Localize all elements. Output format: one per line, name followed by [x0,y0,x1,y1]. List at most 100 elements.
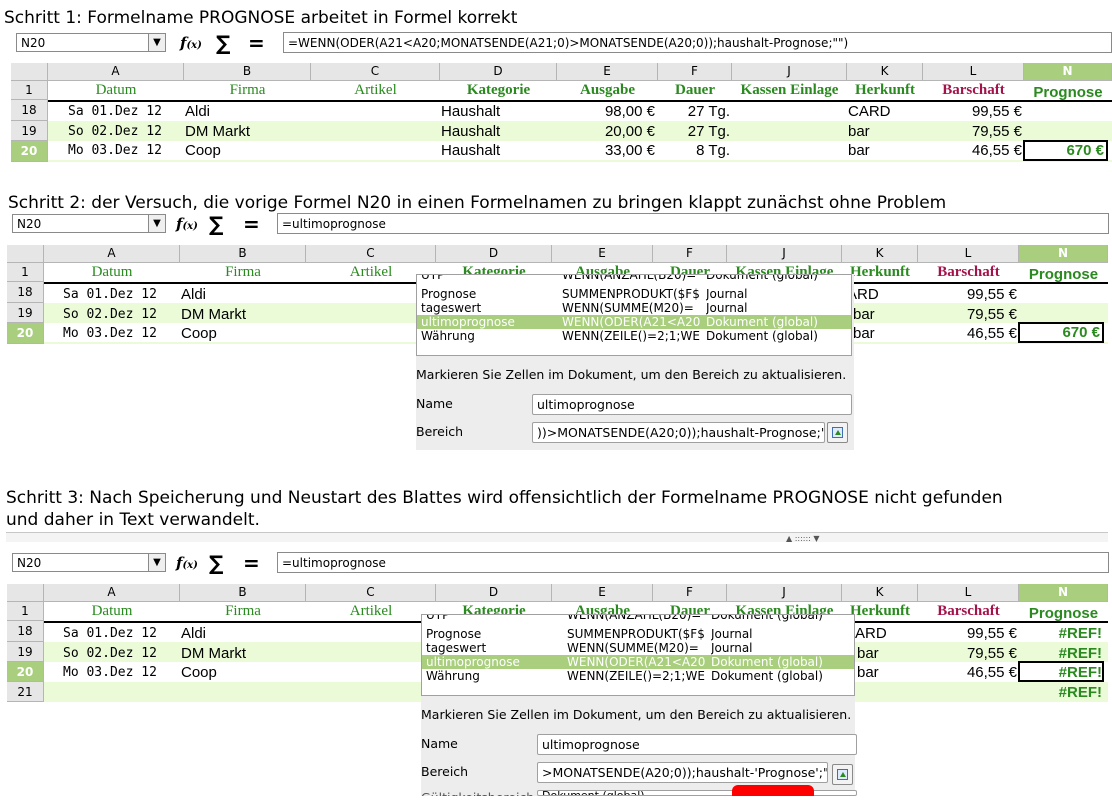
formula-input[interactable]: =ultimoprognose [277,213,1109,234]
col-header-a[interactable]: A [44,245,180,263]
shrink-range-icon[interactable] [832,764,853,785]
cell-b18[interactable]: Aldi [185,103,210,120]
list-item[interactable]: tageswert WENN(SUMME(M20)= Journal [422,641,854,655]
equals-icon[interactable]: = [243,212,260,236]
list-item[interactable]: UTP WENN(ANZAHL(B20)= Dokument (global) [422,615,854,622]
row-header-1[interactable]: 1 [11,81,48,100]
col-header-j[interactable]: J [727,584,842,602]
function-wizard-icon[interactable]: f(x) [176,554,198,572]
cell-l19[interactable]: 79,55 € [923,123,1022,140]
col-header-d[interactable]: D [436,245,552,263]
cell-l20[interactable]: 46,55 € [918,325,1017,342]
col-header-l[interactable]: L [918,245,1019,263]
row-header-18[interactable]: 18 [11,100,48,121]
list-item[interactable]: Prognose SUMMENPRODUKT($F$ Journal [422,627,854,641]
col-header-a[interactable]: A [44,584,180,602]
cell-b19[interactable]: DM Markt [181,645,246,662]
col-header-b[interactable]: B [184,63,311,81]
col-header-e[interactable]: E [552,584,653,602]
cell-b20[interactable]: Coop [185,142,221,159]
col-header-f[interactable]: F [658,63,732,81]
drag-handle-icon[interactable]: ▲ :::::: ▼ [786,534,820,543]
cell-e19[interactable]: 20,00 € [557,123,655,140]
cell-k18[interactable]: CARD [848,103,891,120]
cell-l18[interactable]: 99,55 € [923,103,1022,120]
cell-b19[interactable]: DM Markt [185,123,250,140]
cell-b20[interactable]: Coop [181,325,217,342]
dropdown-arrow-icon[interactable]: ▼ [148,553,166,572]
col-header-e[interactable]: E [557,63,658,81]
cell-f20[interactable]: 8 Tg. [658,142,730,159]
col-header-k[interactable]: K [842,245,918,263]
cell-k18[interactable]: ARD [855,625,887,642]
col-header-n[interactable]: N [1019,245,1108,263]
cell-l20[interactable]: 46,55 € [918,664,1017,681]
cell-a20[interactable]: Mo 03.Dez 12 [63,665,157,680]
range-field[interactable]: ))>MONATSENDE(A20;0));haushalt-Prognose;… [532,422,825,443]
cell-l19[interactable]: 79,55 € [918,306,1017,323]
cell-k20[interactable]: bar [853,325,875,342]
cell-e20[interactable]: 33,00 € [557,142,655,159]
list-item[interactable]: Währung WENN(ZEILE()=2;1;WE Dokument (gl… [417,329,851,343]
cell-b20[interactable]: Coop [181,664,217,681]
function-wizard-icon[interactable]: f(x) [176,215,198,233]
cell-a19[interactable]: So 02.Dez 12 [63,646,157,661]
cell-n21[interactable]: #REF! [1020,684,1102,701]
names-list[interactable]: UTP WENN(ANZAHL(B20)= Dokument (global) … [416,274,852,356]
cell-f18[interactable]: 27 Tg. [658,103,730,120]
col-header-k[interactable]: K [842,584,918,602]
cell-k19[interactable]: bar [857,645,879,662]
cell-k20[interactable]: bar [857,664,879,681]
col-header-j[interactable]: J [732,63,847,81]
range-field[interactable]: >MONATSENDE(A20;0));haushalt-'Prognose';… [537,762,828,783]
cell-b19[interactable]: DM Markt [181,306,246,323]
shrink-range-icon[interactable] [827,422,848,443]
cell-a20[interactable]: Mo 03.Dez 12 [63,326,157,341]
col-header-n[interactable]: N [1019,584,1108,602]
list-item[interactable]: Währung WENN(ZEILE()=2;1;WE Dokument (gl… [422,669,854,683]
col-header-j[interactable]: J [727,245,842,263]
col-header-b[interactable]: B [180,584,306,602]
col-header-d[interactable]: D [440,63,557,81]
row-header-19[interactable]: 19 [7,642,44,662]
cell-a18[interactable]: Sa 01.Dez 12 [63,287,157,302]
row-header-1[interactable]: 1 [7,602,44,621]
row-header-18[interactable]: 18 [7,282,44,303]
cell-k19[interactable]: bar [848,123,870,140]
col-header-c[interactable]: C [306,245,436,263]
equals-icon[interactable]: = [248,31,265,55]
cell-f19[interactable]: 27 Tg. [658,123,730,140]
cell-a18[interactable]: Sa 01.Dez 12 [68,104,162,119]
cell-a19[interactable]: So 02.Dez 12 [68,124,162,139]
cell-k19[interactable]: bar [853,306,875,323]
cell-a19[interactable]: So 02.Dez 12 [63,307,157,322]
col-header-k[interactable]: K [847,63,923,81]
cell-d18[interactable]: Haushalt [441,103,500,120]
cell-b18[interactable]: Aldi [181,286,206,303]
col-header-f[interactable]: F [653,584,727,602]
col-header-l[interactable]: L [923,63,1024,81]
cell-e18[interactable]: 98,00 € [557,103,655,120]
cell-l18[interactable]: 99,55 € [918,286,1017,303]
name-field[interactable]: ultimoprognose [532,394,852,415]
row-header-20[interactable]: 20 [11,141,48,162]
cell-l18[interactable]: 99,55 € [918,625,1017,642]
sum-icon[interactable]: ∑ [216,31,230,55]
cell-d20[interactable]: Haushalt [441,142,500,159]
name-box[interactable]: N20 [16,33,150,52]
name-field[interactable]: ultimoprognose [537,734,857,755]
formula-input[interactable]: =WENN(ODER(A21<A20;MONATSENDE(A21;0)>MON… [283,32,1112,53]
col-header-f[interactable]: F [653,245,727,263]
col-header-a[interactable]: A [48,63,184,81]
row-header-21[interactable]: 21 [7,682,44,702]
row-header-19[interactable]: 19 [7,303,44,323]
dropdown-arrow-icon[interactable]: ▼ [148,214,166,233]
function-wizard-icon[interactable]: f(x) [180,34,202,52]
cell-a20[interactable]: Mo 03.Dez 12 [68,143,162,158]
row-header-19[interactable]: 19 [11,121,48,141]
list-item[interactable]: Prognose SUMMENPRODUKT($F$ Journal [417,287,851,301]
col-header-e[interactable]: E [552,245,653,263]
cell-l19[interactable]: 79,55 € [918,645,1017,662]
cell-n20[interactable]: 670 € [1025,142,1104,159]
list-item[interactable]: UTP WENN(ANZAHL(B20)= Dokument (global) [417,275,851,282]
